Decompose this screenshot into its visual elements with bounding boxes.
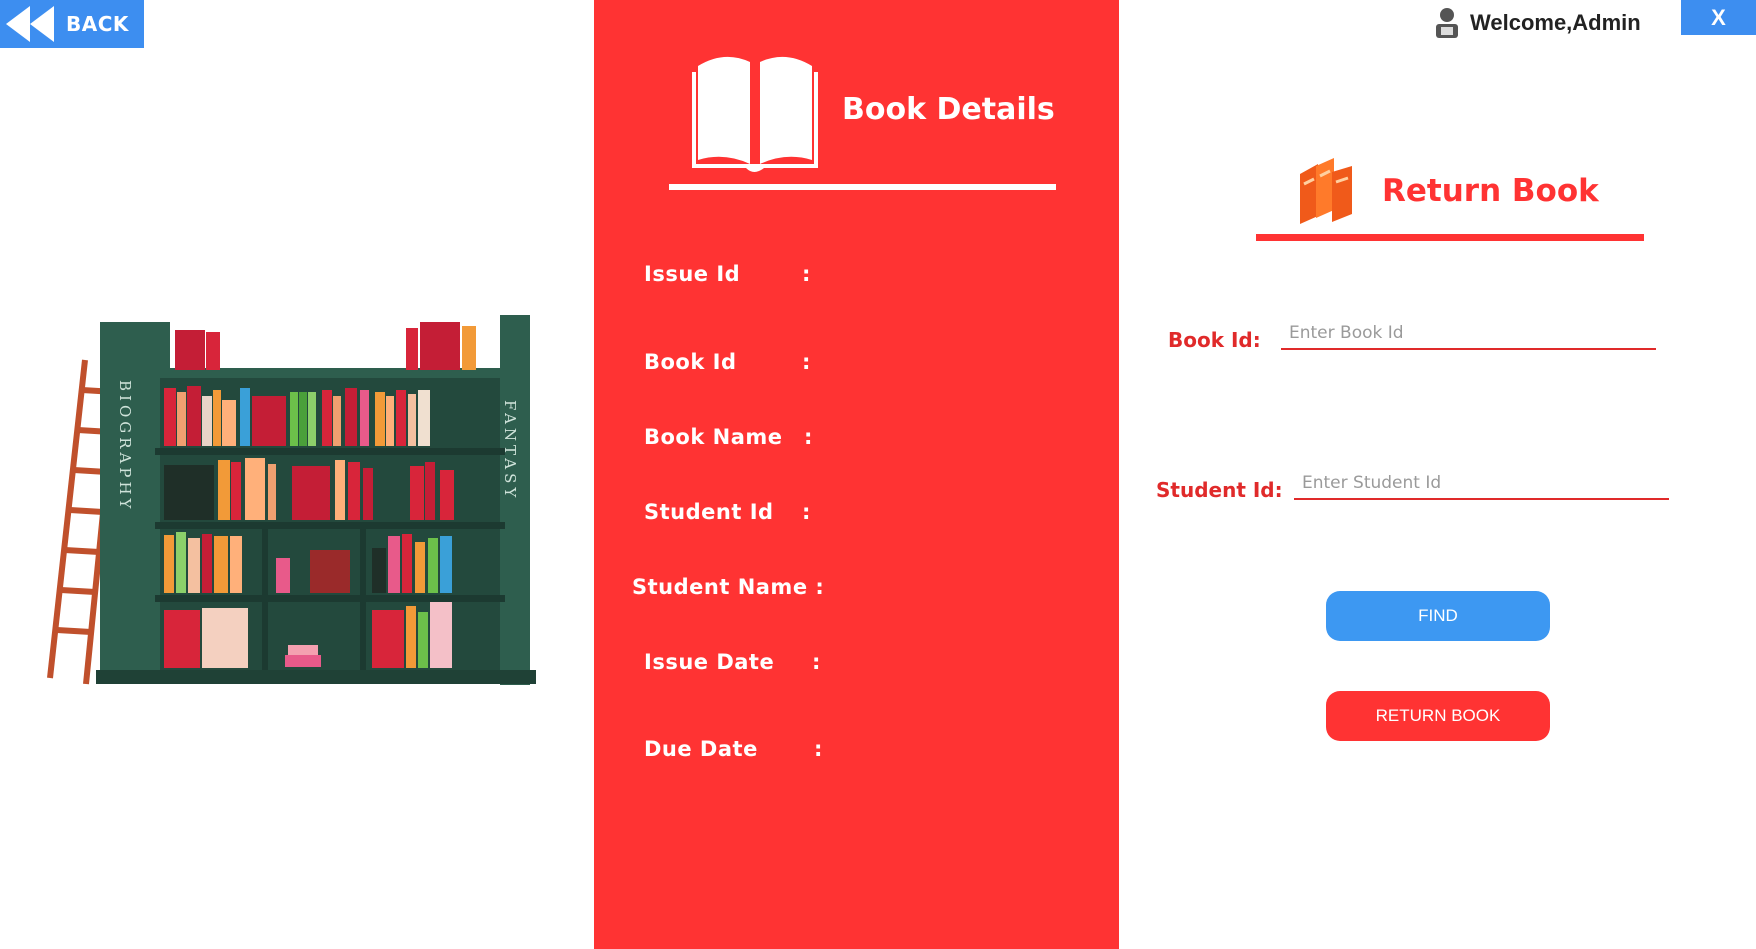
issue-id-colon: : bbox=[802, 262, 811, 286]
biography-spine-text: BIOGRAPHY bbox=[116, 380, 134, 512]
student-id-label: Student Id bbox=[644, 500, 774, 524]
find-button[interactable]: FIND bbox=[1326, 591, 1550, 641]
welcome-text: Welcome,Admin bbox=[1470, 10, 1641, 35]
back-button[interactable]: BACK bbox=[0, 0, 144, 48]
book-id-input[interactable] bbox=[1281, 318, 1656, 350]
student-id-field-label: Student Id: bbox=[1156, 478, 1283, 502]
bookshelf-illustration: BIOGRAPHY FANTASY bbox=[47, 315, 536, 685]
books-icon bbox=[1300, 158, 1352, 224]
book-id-label: Book Id bbox=[644, 350, 737, 374]
issue-date-colon: : bbox=[812, 650, 821, 674]
student-name-label: Student Name : bbox=[632, 575, 825, 599]
book-details-title: Book Details bbox=[842, 92, 1055, 127]
book-name-label: Book Name bbox=[644, 425, 783, 449]
back-label: BACK bbox=[66, 12, 129, 36]
issue-id-label: Issue Id bbox=[644, 262, 741, 286]
user-icon bbox=[1436, 8, 1458, 38]
book-name-colon: : bbox=[804, 425, 813, 449]
book-id-colon: : bbox=[802, 350, 811, 374]
student-id-colon: : bbox=[802, 500, 811, 524]
open-book-icon bbox=[692, 56, 818, 172]
return-book-button[interactable]: RETURN BOOK bbox=[1326, 691, 1550, 741]
book-id-field-label: Book Id: bbox=[1168, 328, 1261, 352]
return-book-underline bbox=[1256, 234, 1644, 241]
issue-date-label: Issue Date bbox=[644, 650, 775, 674]
close-button[interactable]: X bbox=[1681, 0, 1756, 35]
book-details-underline bbox=[669, 184, 1056, 190]
due-date-colon: : bbox=[814, 737, 823, 761]
student-id-input[interactable] bbox=[1294, 468, 1669, 500]
book-details-panel bbox=[594, 0, 1119, 949]
rewind-icon bbox=[6, 6, 54, 42]
fantasy-spine-text: FANTASY bbox=[501, 400, 519, 501]
due-date-label: Due Date bbox=[644, 737, 758, 761]
welcome-user: Welcome,Admin bbox=[1434, 7, 1641, 39]
return-book-title: Return Book bbox=[1382, 173, 1599, 209]
